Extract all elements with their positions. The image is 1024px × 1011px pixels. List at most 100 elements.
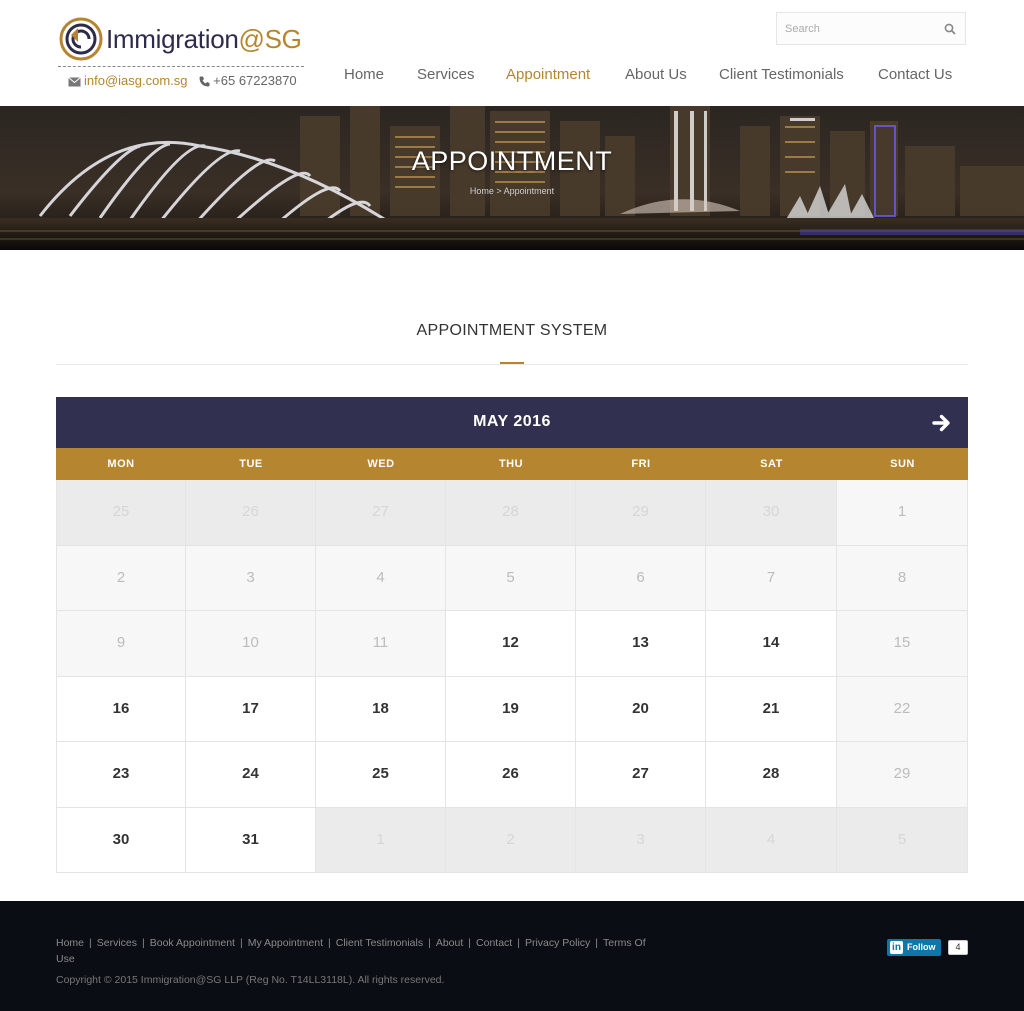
calendar-day-available[interactable]: 20 [576, 676, 706, 742]
calendar-grid: 25 26 27 28 29 30 1 2 3 4 5 6 7 8 9 10 11 12 13 14 15 16 17 18 1… [56, 480, 968, 873]
calendar-day-available[interactable]: 18 [316, 676, 446, 742]
calendar-day-available[interactable]: 12 [446, 611, 576, 677]
calendar-day-unavailable: 4 [316, 545, 446, 611]
weekday-mon: MON [107, 458, 135, 470]
breadcrumb: Home > Appointment [469, 186, 555, 196]
calendar-day-available[interactable]: 23 [56, 742, 186, 808]
logo-icon [59, 17, 103, 61]
footer-link-my-appointment[interactable]: My Appointment [248, 937, 323, 949]
main-nav: Home Services Appointment About Us Clien… [0, 66, 1024, 88]
copyright-text: Copyright © 2015 Immigration@SG LLP (Reg… [56, 974, 445, 986]
footer-link-book-appointment[interactable]: Book Appointment [150, 937, 235, 949]
calendar-week-row: 25 26 27 28 29 30 1 [56, 480, 968, 546]
site-logo[interactable]: Immigration@SG [58, 16, 308, 64]
footer-link-privacy-policy[interactable]: Privacy Policy [525, 937, 590, 949]
calendar-day-available[interactable]: 26 [446, 742, 576, 808]
nav-services[interactable]: Services [417, 66, 475, 83]
weekday-sat: SAT [760, 458, 783, 470]
footer-link-separator: | [89, 937, 92, 949]
calendar-day-available[interactable]: 31 [186, 807, 316, 873]
banner-cityscape-image [0, 106, 1024, 250]
footer-link-about[interactable]: About [436, 937, 463, 949]
search-box [776, 12, 966, 45]
calendar-day-available[interactable]: 21 [706, 676, 837, 742]
page-banner: APPOINTMENT Home > Appointment [0, 106, 1024, 250]
calendar-week-row: 2345678 [56, 545, 968, 611]
calendar-day-available[interactable]: 13 [576, 611, 706, 677]
footer-link-separator: | [428, 937, 431, 949]
weekday-sun: SUN [890, 458, 915, 470]
weekday-thu: THU [498, 458, 524, 470]
footer-link-home[interactable]: Home [56, 937, 84, 949]
calendar-day-available[interactable]: 27 [576, 742, 706, 808]
appointment-calendar: MAY 2016 MON TUE WED THU FRI SAT SUN 25 26 27 28 2… [56, 397, 968, 873]
calendar-day-unavailable: 11 [316, 611, 446, 677]
calendar-day-unavailable: 8 [837, 545, 968, 611]
nav-home[interactable]: Home [344, 66, 384, 83]
calendar-day-available[interactable]: 19 [446, 676, 576, 742]
calendar-day-unavailable: 15 [837, 611, 968, 677]
calendar-day-unavailable: 9 [56, 611, 186, 677]
calendar-day-available[interactable]: 17 [186, 676, 316, 742]
linkedin-follower-count: 4 [948, 940, 968, 955]
calendar-day-other-month: 30 [706, 480, 837, 546]
calendar-day-unavailable: 1 [837, 480, 968, 546]
footer-link-separator: | [328, 937, 331, 949]
footer-link-separator: | [142, 937, 145, 949]
logo-text: Immigration@SG [106, 24, 302, 54]
calendar-month-label: MAY 2016 [473, 413, 551, 430]
linkedin-follow-button[interactable]: in Follow [887, 939, 941, 956]
footer-link-services[interactable]: Services [97, 937, 137, 949]
footer-nav: Home | Services | Book Appointment | My Appoin… [56, 935, 656, 967]
calendar-day-unavailable: 2 [56, 545, 186, 611]
site-footer: Home | Services | Book Appointment | My Appoin… [0, 901, 1024, 1011]
calendar-day-unavailable: 3 [186, 545, 316, 611]
footer-link-separator: | [468, 937, 472, 949]
calendar-day-other-month: 3 [576, 807, 706, 873]
nav-about-us[interactable]: About Us [625, 66, 687, 83]
site-header: Immigration@SG info@iasg.com.sg +65 6722… [0, 0, 1024, 106]
calendar-weekdays: MON TUE WED THU FRI SAT SUN [56, 448, 968, 480]
calendar-day-unavailable: 7 [706, 545, 837, 611]
calendar-header: MAY 2016 [56, 397, 968, 448]
calendar-day-other-month: 25 [56, 480, 186, 546]
arrow-right-icon[interactable] [932, 413, 952, 433]
footer-link-contact[interactable]: Contact [476, 937, 512, 949]
calendar-week-row: 30 31 1 2 3 4 5 [56, 807, 968, 873]
weekday-tue: TUE [239, 458, 263, 470]
calendar-day-unavailable: 29 [837, 742, 968, 808]
calendar-day-other-month: 29 [576, 480, 706, 546]
calendar-day-other-month: 1 [316, 807, 446, 873]
calendar-day-available[interactable]: 28 [706, 742, 837, 808]
nav-client-testimonials[interactable]: Client Testimonials [719, 66, 844, 83]
search-icon[interactable] [944, 23, 956, 35]
calendar-day-other-month: 2 [446, 807, 576, 873]
calendar-day-available[interactable]: 16 [56, 676, 186, 742]
calendar-day-available[interactable]: 25 [316, 742, 446, 808]
section-accent-bar [500, 362, 524, 364]
footer-link-client-testimonials[interactable]: Client Testimonials [336, 937, 423, 949]
footer-link-separator: | [595, 937, 599, 949]
calendar-day-other-month: 27 [316, 480, 446, 546]
nav-contact-us[interactable]: Contact Us [878, 66, 952, 83]
calendar-day-other-month: 26 [186, 480, 316, 546]
calendar-day-available[interactable]: 14 [706, 611, 837, 677]
calendar-day-available[interactable]: 24 [186, 742, 316, 808]
calendar-day-other-month: 4 [706, 807, 837, 873]
calendar-day-unavailable: 10 [186, 611, 316, 677]
weekday-fri: FRI [631, 458, 651, 470]
section-divider [56, 364, 968, 365]
footer-link-separator: | [239, 937, 243, 949]
calendar-day-other-month: 28 [446, 480, 576, 546]
section-title: APPOINTMENT SYSTEM [416, 322, 608, 339]
page-title: APPOINTMENT [411, 146, 613, 176]
calendar-day-unavailable: 6 [576, 545, 706, 611]
search-input[interactable] [777, 13, 937, 44]
calendar-day-unavailable: 5 [446, 545, 576, 611]
calendar-week-row: 23 24 25 26 27 28 29 [56, 742, 968, 808]
calendar-week-row: 16 17 18 19 20 21 22 [56, 676, 968, 742]
calendar-day-other-month: 5 [837, 807, 968, 873]
calendar-day-available[interactable]: 30 [56, 807, 186, 873]
footer-link-separator: | [517, 937, 520, 949]
nav-appointment[interactable]: Appointment [506, 66, 590, 83]
